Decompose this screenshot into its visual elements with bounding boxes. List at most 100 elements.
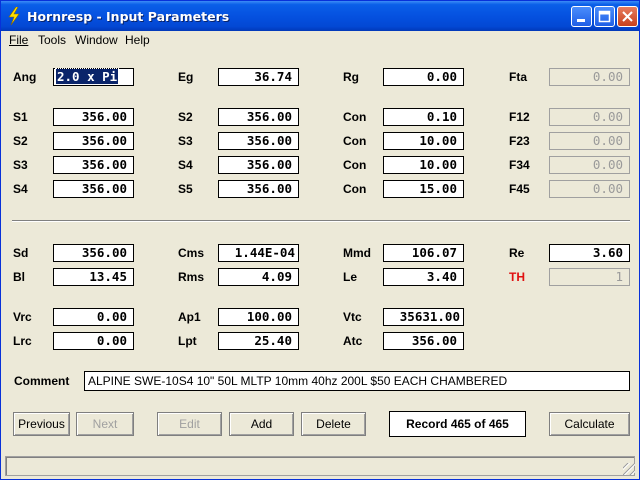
- label-rg: Rg: [343, 70, 359, 84]
- label-f23: F23: [509, 134, 530, 148]
- sd-field[interactable]: 356.00: [53, 244, 134, 262]
- label-vtc: Vtc: [343, 310, 362, 324]
- label-re: Re: [509, 246, 525, 260]
- f12-field: 0.00: [549, 108, 630, 126]
- vrc-field[interactable]: 0.00: [53, 308, 134, 326]
- status-bar: [5, 456, 635, 476]
- calculate-button[interactable]: Calculate: [549, 412, 630, 436]
- resize-grip-icon[interactable]: [623, 463, 635, 475]
- label-f34: F34: [509, 158, 530, 172]
- label-cms: Cms: [178, 246, 205, 260]
- label-f12: F12: [509, 110, 530, 124]
- cms-field[interactable]: 1.44E-04: [218, 244, 299, 262]
- label-bl: Bl: [13, 270, 25, 284]
- s1-field[interactable]: 356.00: [53, 108, 134, 126]
- label-th: TH: [509, 270, 525, 284]
- ang-field-value: 2.0 x Pi: [54, 68, 120, 85]
- fta-field: 0.00: [549, 68, 630, 86]
- maximize-icon: [598, 10, 611, 23]
- maximize-button[interactable]: [594, 6, 615, 27]
- con3-field[interactable]: 10.00: [383, 156, 464, 174]
- con2-field[interactable]: 10.00: [383, 132, 464, 150]
- label-s2-end: S2: [178, 110, 193, 124]
- lpt-field[interactable]: 25.40: [218, 332, 299, 350]
- menu-window-label: Window: [75, 33, 118, 47]
- label-s5: S5: [178, 182, 193, 196]
- lrc-field[interactable]: 0.00: [53, 332, 134, 350]
- label-mmd: Mmd: [343, 246, 371, 260]
- label-atc: Atc: [343, 334, 363, 348]
- bl-field[interactable]: 13.45: [53, 268, 134, 286]
- label-lrc: Lrc: [13, 334, 32, 348]
- rg-field[interactable]: 0.00: [383, 68, 464, 86]
- edit-button: Edit: [157, 412, 222, 436]
- label-lpt: Lpt: [178, 334, 197, 348]
- atc-field[interactable]: 356.00: [383, 332, 464, 350]
- s4-field[interactable]: 356.00: [53, 180, 134, 198]
- close-button[interactable]: [617, 6, 638, 27]
- delete-button[interactable]: Delete: [301, 412, 366, 436]
- lightning-icon: [8, 7, 20, 25]
- vtc-field[interactable]: 35631.00: [383, 308, 464, 326]
- label-ap1: Ap1: [178, 310, 201, 324]
- menu-file-label: File: [9, 33, 29, 47]
- label-fta: Fta: [509, 70, 527, 84]
- label-vrc: Vrc: [13, 310, 32, 324]
- label-sd: Sd: [13, 246, 29, 260]
- label-comment: Comment: [14, 374, 70, 388]
- title-bar[interactable]: Hornresp - Input Parameters: [1, 1, 639, 31]
- label-rms: Rms: [178, 270, 205, 284]
- add-button[interactable]: Add: [229, 412, 294, 436]
- previous-button[interactable]: Previous: [13, 412, 70, 436]
- label-s3: S3: [13, 158, 28, 172]
- minimize-button[interactable]: [571, 6, 592, 27]
- label-eg: Eg: [178, 70, 194, 84]
- s4-end-field[interactable]: 356.00: [218, 156, 299, 174]
- record-counter: Record 465 of 465: [389, 411, 526, 437]
- label-s4-end: S4: [178, 158, 193, 172]
- section-divider: [12, 220, 630, 222]
- f23-field: 0.00: [549, 132, 630, 150]
- eg-field[interactable]: 36.74: [218, 68, 299, 86]
- next-button: Next: [76, 412, 134, 436]
- s2-field[interactable]: 356.00: [53, 132, 134, 150]
- rms-field[interactable]: 4.09: [218, 268, 299, 286]
- label-s3-end: S3: [178, 134, 193, 148]
- menu-help-label: Help: [125, 33, 150, 47]
- menu-tools[interactable]: Tools: [38, 33, 66, 47]
- label-con3: Con: [343, 158, 367, 172]
- mmd-field[interactable]: 106.07: [383, 244, 464, 262]
- th-field: 1: [549, 268, 630, 286]
- label-s2: S2: [13, 134, 28, 148]
- s3-end-field[interactable]: 356.00: [218, 132, 299, 150]
- s3-field[interactable]: 356.00: [53, 156, 134, 174]
- con4-field[interactable]: 15.00: [383, 180, 464, 198]
- re-field[interactable]: 3.60: [549, 244, 630, 262]
- label-ang: Ang: [13, 70, 37, 84]
- label-con2: Con: [343, 134, 367, 148]
- menu-help[interactable]: Help: [125, 33, 150, 47]
- close-icon: [622, 11, 633, 22]
- con1-field[interactable]: 0.10: [383, 108, 464, 126]
- label-con4: Con: [343, 182, 367, 196]
- label-con1: Con: [343, 110, 367, 124]
- menu-file[interactable]: File: [9, 33, 28, 47]
- menu-bar: File Tools Window Help: [1, 31, 639, 49]
- label-s4: S4: [13, 182, 28, 196]
- ang-field[interactable]: 2.0 x Pi: [53, 68, 134, 86]
- window-title: Hornresp - Input Parameters: [27, 9, 230, 24]
- f45-field: 0.00: [549, 180, 630, 198]
- menu-window[interactable]: Window: [75, 33, 118, 47]
- minimize-icon: [577, 19, 585, 22]
- label-le: Le: [343, 270, 358, 284]
- comment-field[interactable]: ALPINE SWE-10S4 10" 50L MLTP 10mm 40hz 2…: [84, 371, 630, 391]
- label-f45: F45: [509, 182, 530, 196]
- hornresp-window: Hornresp - Input Parameters File Tools W…: [0, 0, 640, 480]
- le-field[interactable]: 3.40: [383, 268, 464, 286]
- label-s1: S1: [13, 110, 28, 124]
- f34-field: 0.00: [549, 156, 630, 174]
- s2-end-field[interactable]: 356.00: [218, 108, 299, 126]
- ap1-field[interactable]: 100.00: [218, 308, 299, 326]
- menu-tools-label: Tools: [38, 33, 67, 47]
- s5-field[interactable]: 356.00: [218, 180, 299, 198]
